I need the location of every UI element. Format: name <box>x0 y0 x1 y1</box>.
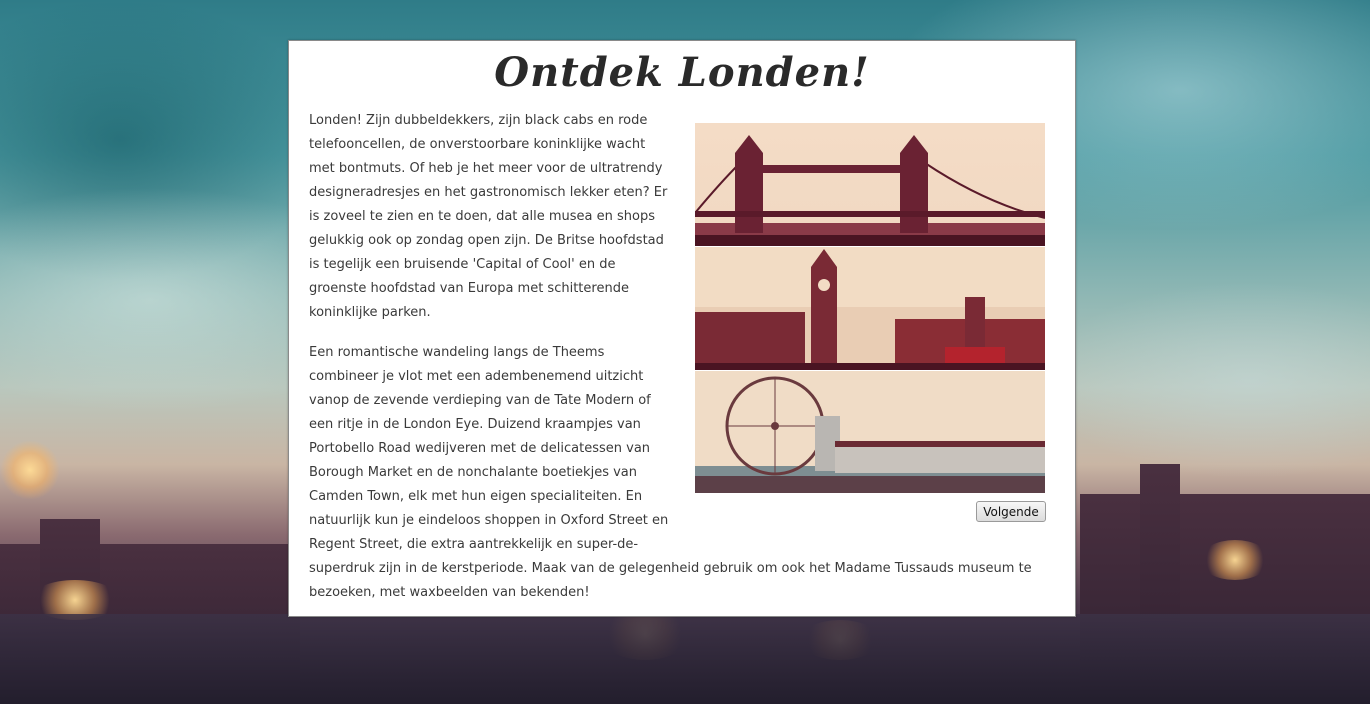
page-title: Ontdek Londen! <box>494 49 870 96</box>
next-slide-button[interactable]: Volgende <box>976 501 1046 522</box>
tower-bridge-photo <box>695 123 1045 246</box>
street-light <box>1200 540 1270 580</box>
road <box>0 614 1370 704</box>
london-eye-photo <box>695 371 1045 493</box>
content-panel: Ontdek Londen! Londen! Zijn dubbeldekker… <box>288 40 1076 617</box>
big-ben-photo <box>695 247 1045 370</box>
photo-slideshow <box>695 123 1045 493</box>
street-light <box>0 440 60 500</box>
